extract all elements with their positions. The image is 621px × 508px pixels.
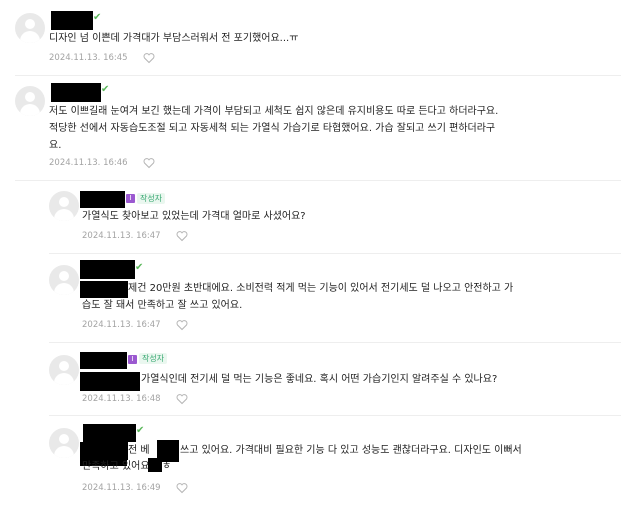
verified-icon: ✔ bbox=[101, 84, 110, 95]
comment-date: 2024.11.13. 16:47 bbox=[82, 231, 161, 241]
avatar[interactable] bbox=[49, 355, 79, 385]
heart-outline-icon[interactable] bbox=[143, 52, 155, 64]
heart-outline-icon[interactable] bbox=[176, 393, 188, 405]
divider bbox=[49, 253, 621, 254]
comment-text: 가열식인데 전기세 덜 먹는 기능은 좋네요. 혹시 어떤 가습기인지 알려주실… bbox=[141, 374, 498, 385]
redacted-username bbox=[80, 352, 127, 369]
divider bbox=[15, 75, 621, 76]
verified-icon: ✔ bbox=[93, 12, 102, 23]
comment-text: 가열식도 찾아보고 있었는데 가격대 얼마로 사셨어요? bbox=[82, 211, 306, 222]
author-badge: 작성자 bbox=[137, 193, 166, 204]
heart-outline-icon[interactable] bbox=[176, 319, 188, 331]
avatar[interactable] bbox=[49, 191, 79, 221]
avatar[interactable] bbox=[15, 13, 45, 43]
redacted-username bbox=[83, 424, 136, 442]
comment-text-line3: 요. bbox=[49, 140, 62, 151]
author-mark-icon: I bbox=[126, 194, 135, 203]
avatar[interactable] bbox=[15, 86, 45, 116]
comment-date: 2024.11.13. 16:46 bbox=[49, 158, 128, 168]
avatar[interactable] bbox=[49, 265, 79, 295]
divider bbox=[49, 415, 621, 416]
comment-text-line1: 저도 이쁘길래 눈여겨 보긴 했는데 가격이 부담되고 세척도 쉽지 않은데 유… bbox=[49, 106, 499, 117]
redacted-fragment bbox=[148, 458, 162, 472]
heart-outline-icon[interactable] bbox=[176, 482, 188, 494]
comment-date: 2024.11.13. 16:49 bbox=[82, 483, 161, 493]
comment-text-line2: 적당한 선에서 자동습도조절 되고 자동세척 되는 가열식 가습기로 타협했어요… bbox=[49, 123, 496, 134]
verified-icon: ✔ bbox=[135, 262, 144, 273]
comment-text-part-b: 쓰고 있어요. 가격대비 필요한 기능 다 있고 성능도 괜찮더라구요. 디자인… bbox=[180, 445, 522, 456]
divider bbox=[49, 342, 621, 343]
verified-icon: ✔ bbox=[136, 425, 145, 436]
comment-date: 2024.11.13. 16:47 bbox=[82, 320, 161, 330]
divider bbox=[15, 180, 621, 181]
redacted-mention bbox=[80, 372, 140, 391]
redacted-username bbox=[51, 11, 93, 30]
avatar[interactable] bbox=[49, 428, 79, 458]
redacted-mention bbox=[80, 281, 128, 298]
comment-text-part-a: 전 베 bbox=[128, 445, 150, 456]
comment-text-line1: 제건 20만원 초반대에요. 소비전력 적게 먹는 기능이 있어서 전기세도 덜… bbox=[128, 283, 514, 294]
redacted-username bbox=[80, 260, 135, 279]
redacted-username bbox=[80, 191, 125, 208]
redacted-username bbox=[51, 83, 101, 102]
author-mark-icon: I bbox=[128, 355, 137, 364]
author-badge: 작성자 bbox=[139, 353, 168, 364]
comment-text: 디자인 넘 이쁜데 가격대가 부담스러워서 전 포기했어요...ㅠ bbox=[49, 33, 299, 44]
heart-outline-icon[interactable] bbox=[176, 230, 188, 242]
heart-outline-icon[interactable] bbox=[143, 157, 155, 169]
comment-text-line2: 습도 잘 돼서 만족하고 잘 쓰고 있어요. bbox=[82, 300, 243, 311]
comment-date: 2024.11.13. 16:48 bbox=[82, 394, 161, 404]
comment-date: 2024.11.13. 16:45 bbox=[49, 53, 128, 63]
